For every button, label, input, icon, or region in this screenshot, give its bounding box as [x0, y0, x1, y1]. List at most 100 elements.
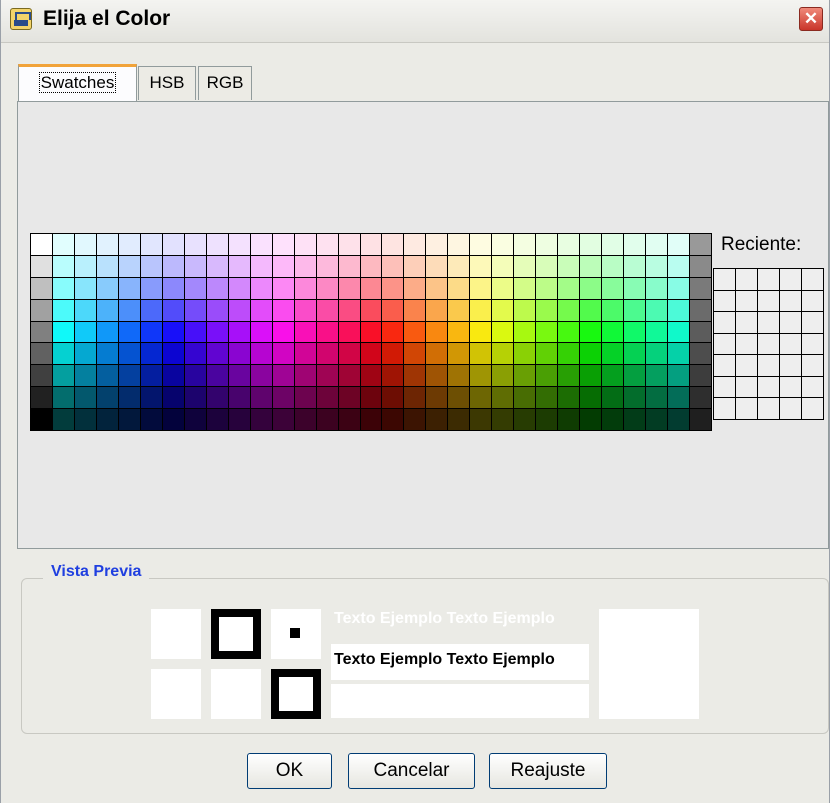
swatch-cell[interactable] — [360, 321, 382, 343]
swatch-cell[interactable] — [338, 234, 360, 255]
swatch-cell[interactable] — [426, 299, 448, 321]
swatch-cell[interactable] — [31, 255, 52, 277]
swatch-cell[interactable] — [162, 255, 184, 277]
swatch-cell[interactable] — [382, 277, 404, 299]
swatch-cell[interactable] — [668, 387, 690, 409]
swatch-cell[interactable] — [228, 321, 250, 343]
recent-swatches[interactable] — [713, 268, 824, 420]
swatch-cell[interactable] — [514, 409, 536, 430]
recent-cell[interactable] — [714, 398, 735, 419]
swatch-cell[interactable] — [74, 409, 96, 430]
swatch-cell[interactable] — [162, 234, 184, 255]
swatch-cell[interactable] — [272, 409, 294, 430]
recent-cell[interactable] — [714, 269, 735, 290]
swatch-cell[interactable] — [184, 255, 206, 277]
swatch-cell[interactable] — [448, 321, 470, 343]
swatch-cell[interactable] — [74, 343, 96, 365]
swatch-cell[interactable] — [404, 277, 426, 299]
swatch-cell[interactable] — [448, 299, 470, 321]
swatch-cell[interactable] — [316, 299, 338, 321]
recent-cell[interactable] — [758, 398, 779, 419]
swatch-cell[interactable] — [294, 255, 316, 277]
swatch-cell[interactable] — [470, 277, 492, 299]
recent-cell[interactable] — [714, 333, 735, 355]
swatch-cell[interactable] — [558, 343, 580, 365]
swatch-cell[interactable] — [646, 255, 668, 277]
swatch-cell[interactable] — [250, 321, 272, 343]
swatch-cell[interactable] — [74, 234, 96, 255]
swatch-cell[interactable] — [272, 234, 294, 255]
swatch-cell[interactable] — [140, 277, 162, 299]
swatch-cell[interactable] — [602, 277, 624, 299]
recent-cell[interactable] — [714, 355, 735, 376]
swatch-cell[interactable] — [96, 277, 118, 299]
swatch-cell[interactable] — [470, 321, 492, 343]
swatch-cell[interactable] — [470, 234, 492, 255]
swatch-cell[interactable] — [668, 343, 690, 365]
swatch-cell[interactable] — [646, 277, 668, 299]
swatch-cell[interactable] — [404, 343, 426, 365]
swatch-cell[interactable] — [558, 409, 580, 430]
recent-cell[interactable] — [758, 312, 779, 333]
swatch-cell[interactable] — [316, 365, 338, 387]
recent-cell[interactable] — [736, 376, 757, 398]
swatch-cell[interactable] — [96, 255, 118, 277]
swatch-cell[interactable] — [140, 343, 162, 365]
swatch-cell[interactable] — [602, 234, 624, 255]
swatch-cell[interactable] — [96, 299, 118, 321]
swatch-cell[interactable] — [162, 387, 184, 409]
swatch-cell[interactable] — [470, 387, 492, 409]
swatch-cell[interactable] — [668, 365, 690, 387]
swatch-cell[interactable] — [96, 409, 118, 430]
swatch-cell[interactable] — [426, 234, 448, 255]
swatch-cell[interactable] — [536, 277, 558, 299]
swatch-cell[interactable] — [426, 343, 448, 365]
swatch-cell[interactable] — [492, 277, 514, 299]
swatch-cell[interactable] — [536, 234, 558, 255]
swatch-cell[interactable] — [580, 255, 602, 277]
swatch-cell[interactable] — [668, 299, 690, 321]
swatch-cell[interactable] — [294, 365, 316, 387]
swatch-cell[interactable] — [426, 409, 448, 430]
swatch-cell[interactable] — [360, 409, 382, 430]
swatch-cell[interactable] — [536, 321, 558, 343]
swatch-cell[interactable] — [294, 343, 316, 365]
swatch-cell[interactable] — [184, 299, 206, 321]
swatch-cell[interactable] — [624, 343, 646, 365]
swatch-cell[interactable] — [382, 387, 404, 409]
swatch-cell[interactable] — [426, 255, 448, 277]
swatch-cell[interactable] — [162, 277, 184, 299]
swatch-cell[interactable] — [206, 365, 228, 387]
recent-cell[interactable] — [802, 355, 823, 376]
recent-cell[interactable] — [714, 376, 735, 398]
swatch-cell[interactable] — [316, 387, 338, 409]
swatch-cell[interactable] — [668, 409, 690, 430]
swatch-cell[interactable] — [338, 255, 360, 277]
swatch-cell[interactable] — [602, 409, 624, 430]
swatch-cell[interactable] — [272, 387, 294, 409]
recent-cell[interactable] — [780, 398, 801, 419]
swatch-cell[interactable] — [646, 299, 668, 321]
swatch-cell[interactable] — [228, 234, 250, 255]
swatch-cell[interactable] — [492, 255, 514, 277]
swatch-cell[interactable] — [250, 299, 272, 321]
swatch-cell[interactable] — [338, 365, 360, 387]
swatch-cell[interactable] — [250, 365, 272, 387]
recent-cell[interactable] — [758, 376, 779, 398]
swatch-cell[interactable] — [382, 409, 404, 430]
swatch-cell[interactable] — [118, 365, 140, 387]
swatch-cell[interactable] — [492, 365, 514, 387]
recent-cell[interactable] — [780, 333, 801, 355]
swatch-cell[interactable] — [602, 299, 624, 321]
swatch-cell[interactable] — [426, 387, 448, 409]
swatch-cell[interactable] — [52, 255, 74, 277]
swatch-cell[interactable] — [338, 299, 360, 321]
swatch-cell[interactable] — [228, 277, 250, 299]
swatch-cell[interactable] — [668, 321, 690, 343]
swatch-cell[interactable] — [514, 321, 536, 343]
swatch-cell[interactable] — [206, 343, 228, 365]
swatch-cell[interactable] — [448, 365, 470, 387]
recent-cell[interactable] — [714, 290, 735, 312]
swatch-cell[interactable] — [162, 299, 184, 321]
swatch-cell[interactable] — [360, 387, 382, 409]
